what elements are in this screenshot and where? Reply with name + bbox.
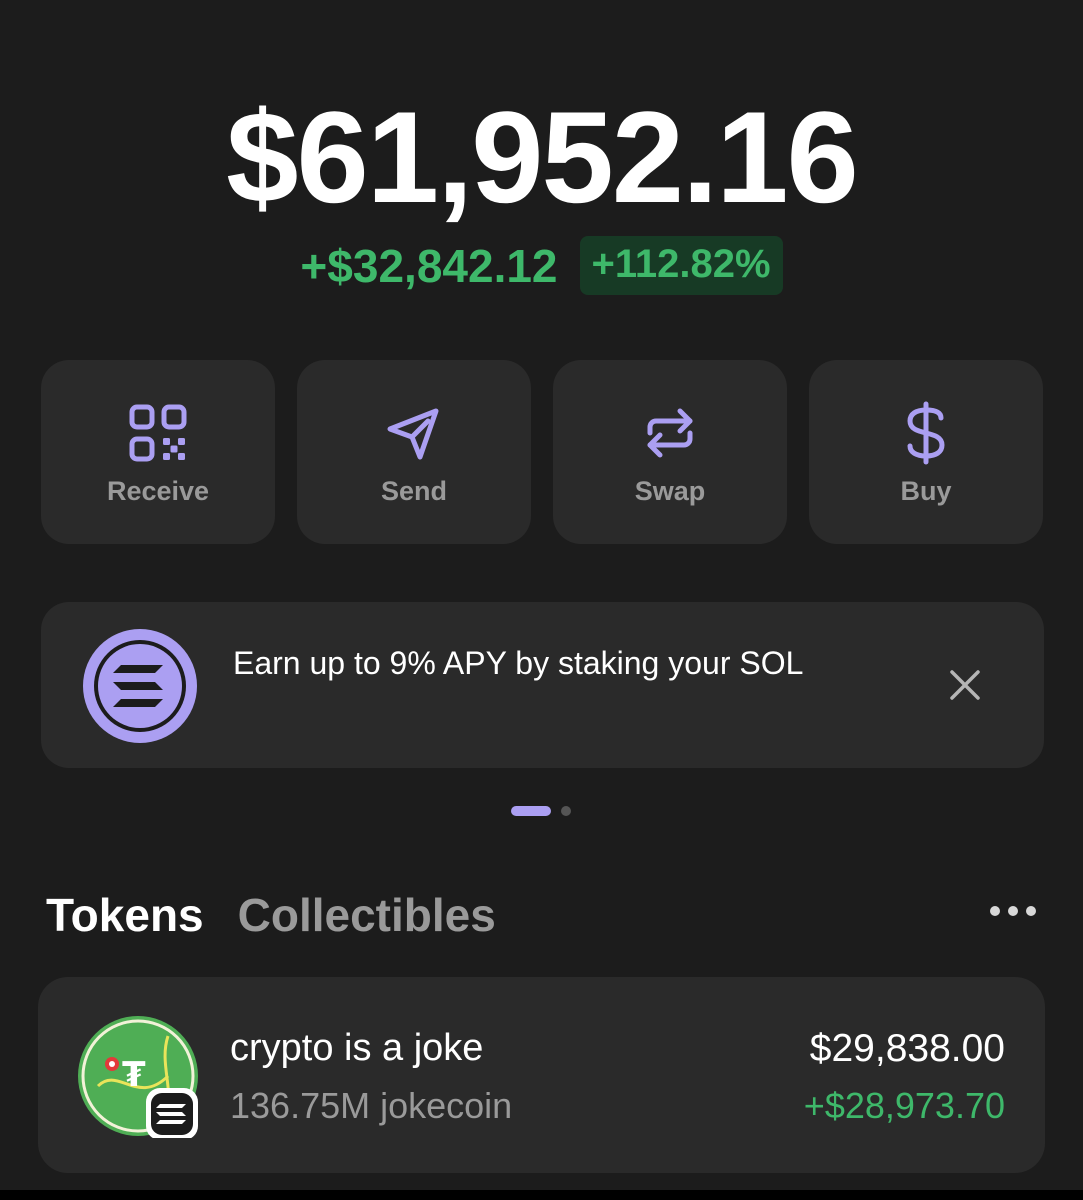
token-list-item[interactable]: ₮ crypto is a joke 136.75M jokecoin $29,… bbox=[38, 977, 1045, 1173]
dollar-icon bbox=[893, 400, 959, 466]
wallet-screen: $61,952.16 +$32,842.12 +112.82% Receive bbox=[0, 0, 1083, 1200]
more-dot bbox=[1026, 906, 1036, 916]
asset-tabs: Tokens Collectibles bbox=[46, 888, 496, 942]
more-dot bbox=[1008, 906, 1018, 916]
pager-dot bbox=[561, 806, 571, 816]
buy-label: Buy bbox=[900, 476, 952, 506]
total-balance: $61,952.16 bbox=[226, 84, 859, 230]
solana-logo-icon bbox=[81, 627, 199, 745]
more-dot bbox=[990, 906, 1000, 916]
pager-dot-active bbox=[511, 806, 551, 816]
balance-change-amount: +$32,842.12 bbox=[300, 239, 558, 292]
staking-promo-card[interactable]: Earn up to 9% APY by staking your SOL bbox=[41, 602, 1044, 768]
swap-button[interactable]: Swap bbox=[553, 360, 787, 544]
buy-button[interactable]: Buy bbox=[809, 360, 1043, 544]
send-button[interactable]: Send bbox=[297, 360, 531, 544]
bottom-edge bbox=[0, 1190, 1083, 1200]
token-name: crypto is a joke bbox=[230, 1027, 484, 1069]
svg-text:₮: ₮ bbox=[122, 1055, 146, 1095]
send-icon bbox=[381, 400, 447, 466]
token-amount: 136.75M jokecoin bbox=[230, 1085, 513, 1126]
more-options-icon[interactable] bbox=[990, 906, 1036, 916]
promo-text: Earn up to 9% APY by staking your SOL bbox=[233, 645, 804, 681]
qr-code-icon bbox=[125, 400, 191, 466]
token-change: +$28,973.70 bbox=[803, 1085, 1005, 1126]
receive-label: Receive bbox=[106, 476, 210, 506]
close-icon[interactable] bbox=[948, 668, 982, 702]
jokecoin-token-icon: ₮ bbox=[78, 1016, 200, 1140]
tab-collectibles[interactable]: Collectibles bbox=[238, 888, 496, 942]
tab-tokens[interactable]: Tokens bbox=[46, 888, 204, 942]
balance-change-percent-badge: +112.82% bbox=[579, 236, 783, 295]
balance-change-row: +$32,842.12 +112.82% bbox=[0, 236, 1083, 295]
swap-label: Swap bbox=[634, 476, 706, 506]
token-value: $29,838.00 bbox=[809, 1027, 1005, 1070]
carousel-pager bbox=[511, 806, 571, 816]
swap-icon bbox=[637, 400, 703, 466]
receive-button[interactable]: Receive bbox=[41, 360, 275, 544]
action-buttons: Receive Send Swap Buy bbox=[41, 360, 1043, 544]
send-label: Send bbox=[380, 476, 447, 506]
